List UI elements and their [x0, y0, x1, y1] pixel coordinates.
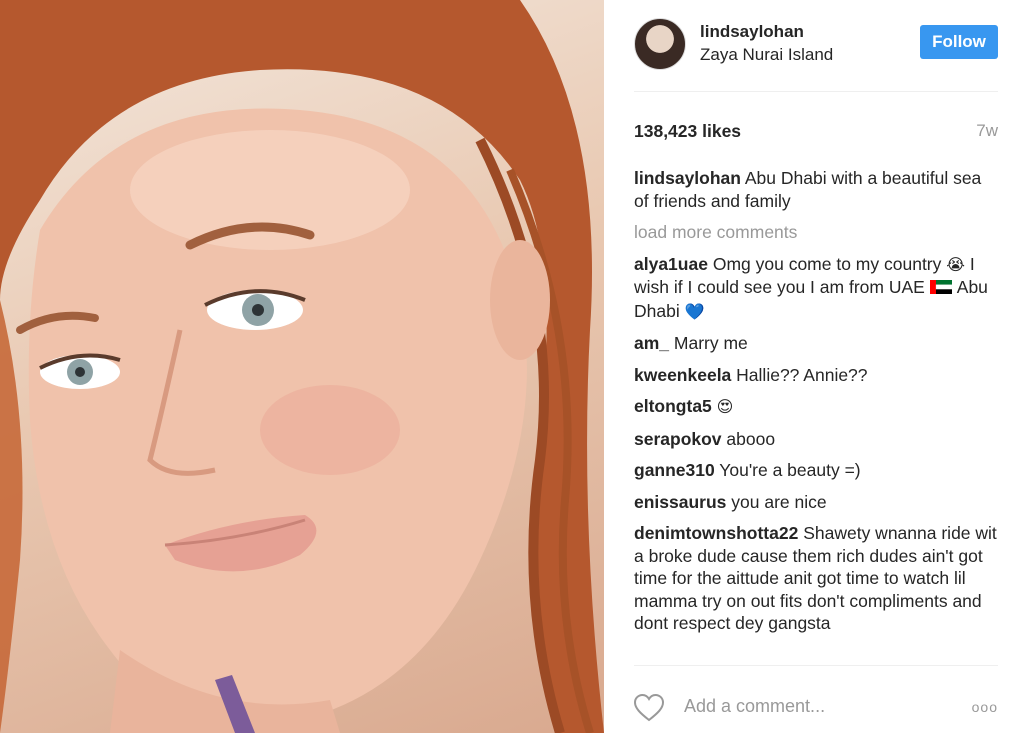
- user-avatar[interactable]: [634, 18, 686, 70]
- comment-text: Marry me: [673, 333, 748, 353]
- list-item: eltongta5 😍: [634, 395, 998, 419]
- comment-text: Omg you come to my country: [712, 253, 942, 274]
- comment-username[interactable]: alya1uae: [634, 254, 708, 274]
- uae-flag-icon: [929, 278, 957, 297]
- comment-username[interactable]: kweenkeela: [634, 365, 731, 385]
- list-item: enissaurus you are nice: [634, 491, 998, 514]
- header-location[interactable]: Zaya Nurai Island: [700, 45, 833, 65]
- comments-list: lindsaylohan Abu Dhabi with a beautiful …: [634, 167, 998, 644]
- comment-username[interactable]: eltongta5: [634, 396, 712, 416]
- photo-illustration: [0, 0, 604, 733]
- comment-username[interactable]: am_: [634, 333, 669, 353]
- list-item: am_ Marry me: [634, 332, 998, 355]
- comment-text: You're a beauty =): [719, 460, 861, 480]
- heart-eyes-emoji-icon: 😍: [716, 397, 734, 416]
- list-item: kweenkeela Hallie?? Annie??: [634, 364, 998, 387]
- list-item: alya1uae Omg you come to my country 😭 I …: [634, 253, 998, 324]
- blue-heart-emoji-icon: 💙: [684, 301, 705, 321]
- follow-button[interactable]: Follow: [920, 25, 998, 59]
- comment-username[interactable]: ganne310: [634, 460, 715, 480]
- instagram-post: lindsaylohan Zaya Nurai Island Follow 13…: [0, 0, 1024, 733]
- crying-face-emoji-icon: 😭: [946, 254, 965, 274]
- comment-username[interactable]: denimtownshotta22: [634, 523, 798, 543]
- add-comment-input[interactable]: [682, 695, 966, 718]
- post-photo[interactable]: [0, 0, 604, 733]
- comment-text: abooo: [726, 428, 776, 449]
- caption: lindsaylohan Abu Dhabi with a beautiful …: [634, 167, 998, 212]
- comment-username[interactable]: serapokov: [634, 429, 722, 449]
- footer-divider: [634, 665, 998, 666]
- post-footer: ooo: [633, 690, 998, 730]
- post-sidebar: lindsaylohan Zaya Nurai Island Follow 13…: [604, 0, 1024, 733]
- list-item: ganne310 You're a beauty =): [634, 459, 998, 482]
- likes-count[interactable]: 138,423 likes: [634, 121, 741, 142]
- load-more-comments-link[interactable]: load more comments: [634, 221, 998, 244]
- more-options-icon[interactable]: ooo: [972, 699, 998, 715]
- caption-username[interactable]: lindsaylohan: [634, 168, 741, 188]
- post-header: lindsaylohan Zaya Nurai Island Follow: [634, 18, 998, 88]
- header-divider: [634, 91, 998, 92]
- list-item: serapokov abooo: [634, 428, 998, 451]
- post-time[interactable]: 7w: [976, 121, 998, 141]
- list-item: denimtownshotta22 Shawety wnanna ride wi…: [634, 522, 998, 635]
- comment-text: Hallie?? Annie??: [736, 364, 868, 385]
- comment-username[interactable]: enissaurus: [634, 492, 726, 512]
- header-username[interactable]: lindsaylohan: [700, 22, 804, 42]
- heart-icon[interactable]: [633, 693, 665, 727]
- comment-text: you are nice: [731, 491, 827, 512]
